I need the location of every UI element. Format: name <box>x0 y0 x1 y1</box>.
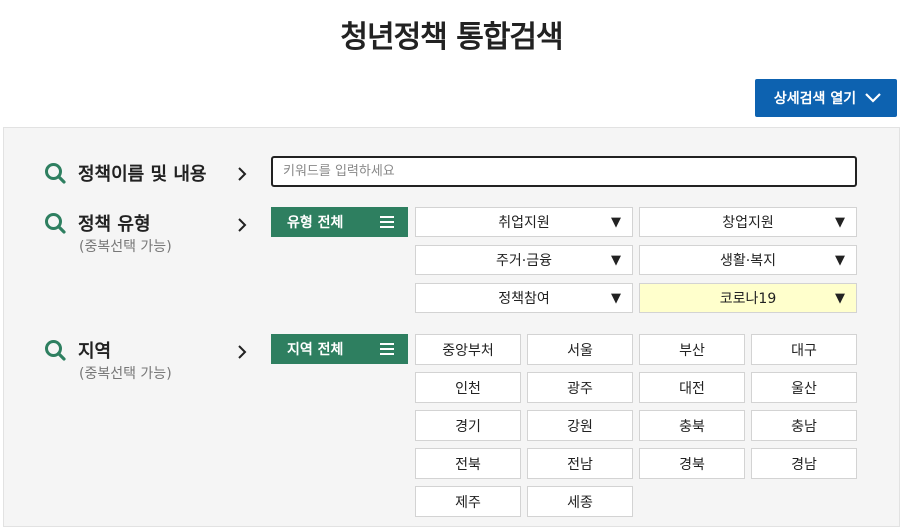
detail-search-label: 상세검색 열기 <box>773 91 857 107</box>
policy-type-select-housing-finance[interactable]: 주거·금융 ▼ <box>415 245 633 275</box>
region-row-label: 지역 <box>44 337 111 363</box>
chevron-right-icon <box>238 218 247 232</box>
menu-icon <box>380 343 394 355</box>
chevron-right-icon <box>238 167 247 181</box>
keyword-label: 정책이름 및 내용 <box>78 164 207 185</box>
region-label: 지역 <box>78 341 112 362</box>
search-icon <box>45 163 66 184</box>
region-option[interactable]: 부산 <box>639 334 745 365</box>
policy-type-row-label: 정책 유형 <box>44 210 151 236</box>
region-option[interactable]: 제주 <box>415 486 521 517</box>
policy-type-hint: (중복선택 가능) <box>79 239 172 255</box>
region-option[interactable]: 강원 <box>527 410 633 441</box>
dropdown-arrow-icon: ▼ <box>835 291 845 306</box>
region-all-button[interactable]: 지역 전체 <box>271 334 408 364</box>
region-hint: (중복선택 가능) <box>79 366 172 382</box>
region-option[interactable]: 서울 <box>527 334 633 365</box>
region-option[interactable]: 광주 <box>527 372 633 403</box>
policy-type-all-label: 유형 전체 <box>287 215 344 231</box>
policy-type-select-employment[interactable]: 취업지원 ▼ <box>415 207 633 237</box>
region-option[interactable]: 전북 <box>415 448 521 479</box>
region-option[interactable]: 경남 <box>751 448 857 479</box>
dropdown-arrow-icon: ▼ <box>611 215 621 230</box>
policy-type-label: 정책 유형 <box>78 214 151 235</box>
keyword-row-label: 정책이름 및 내용 <box>44 160 206 186</box>
region-option[interactable]: 충남 <box>751 410 857 441</box>
chevron-down-icon <box>865 93 881 103</box>
region-option[interactable]: 울산 <box>751 372 857 403</box>
region-option[interactable]: 세종 <box>527 486 633 517</box>
dropdown-arrow-icon: ▼ <box>611 291 621 306</box>
policy-type-select-welfare[interactable]: 생활·복지 ▼ <box>639 245 857 275</box>
region-option[interactable]: 전남 <box>527 448 633 479</box>
region-option[interactable]: 충북 <box>639 410 745 441</box>
search-icon <box>45 213 66 234</box>
region-option[interactable]: 경북 <box>639 448 745 479</box>
region-all-label: 지역 전체 <box>287 342 344 358</box>
policy-type-select-covid19[interactable]: 코로나19 ▼ <box>639 283 857 313</box>
dropdown-arrow-icon: ▼ <box>611 253 621 268</box>
policy-type-all-button[interactable]: 유형 전체 <box>271 207 408 237</box>
policy-type-select-participation[interactable]: 정책참여 ▼ <box>415 283 633 313</box>
dropdown-arrow-icon: ▼ <box>835 253 845 268</box>
region-option[interactable]: 대전 <box>639 372 745 403</box>
region-option[interactable]: 중앙부처 <box>415 334 521 365</box>
dropdown-arrow-icon: ▼ <box>835 215 845 230</box>
region-option[interactable]: 인천 <box>415 372 521 403</box>
chevron-right-icon <box>238 345 247 359</box>
search-icon <box>45 340 66 361</box>
region-option[interactable]: 대구 <box>751 334 857 365</box>
detail-search-toggle-button[interactable]: 상세검색 열기 <box>755 79 897 117</box>
policy-type-select-startup[interactable]: 창업지원 ▼ <box>639 207 857 237</box>
page-title: 청년정책 통합검색 <box>340 20 563 55</box>
menu-icon <box>380 216 394 228</box>
region-option[interactable]: 경기 <box>415 410 521 441</box>
keyword-search-input[interactable] <box>271 156 857 187</box>
